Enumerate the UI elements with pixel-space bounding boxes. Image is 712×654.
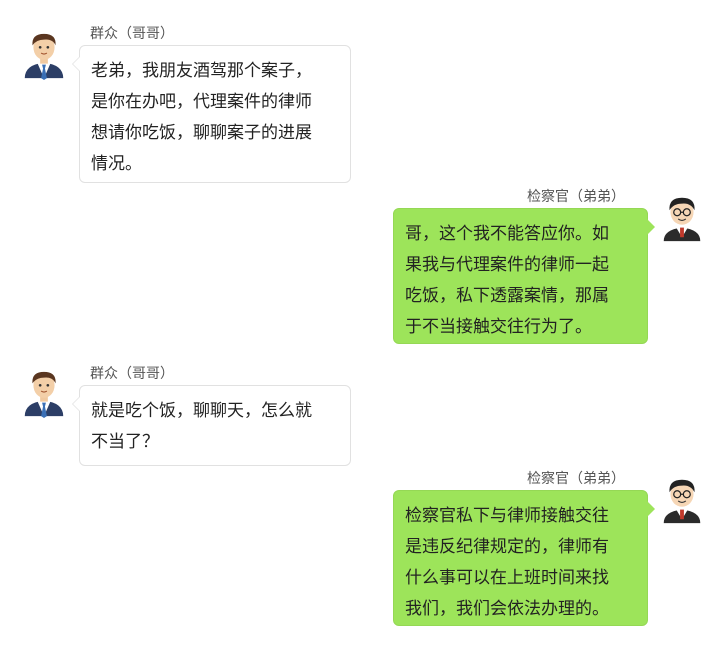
message-line: 果我与代理案件的律师一起 (405, 255, 609, 275)
sender-name: 群众（哥哥） (90, 26, 174, 42)
sender-name: 检察官（弟弟） (527, 471, 625, 487)
message-line: 是违反纪律规定的，律师有 (405, 537, 609, 557)
message-line: 检察官私下与律师接触交往 (405, 506, 609, 526)
message-bubble[interactable]: 检察官私下与律师接触交往 是违反纪律规定的，律师有 什么事可以在上班时间来找 我… (393, 490, 655, 626)
prosecutor-avatar-icon[interactable] (660, 193, 704, 243)
message-line: 什么事可以在上班时间来找 (405, 568, 609, 588)
message-line: 哥，这个我不能答应你。如 (405, 224, 609, 244)
message-line: 老弟，我朋友酒驾那个案子， (91, 61, 312, 81)
message-line: 吃饭，私下透露案情，那属 (405, 286, 609, 306)
message-line: 是你在办吧，代理案件的律师 (91, 92, 312, 112)
businessman-avatar-icon[interactable] (22, 30, 66, 81)
sender-name: 群众（哥哥） (90, 366, 174, 382)
message-line: 于不当接触交往行为了。 (405, 317, 592, 337)
message-line: 不当了？ (91, 432, 159, 452)
message-line: 情况。 (91, 154, 142, 174)
sender-name: 检察官（弟弟） (527, 189, 625, 205)
prosecutor-avatar-icon[interactable] (660, 475, 704, 525)
message-bubble[interactable]: 就是吃个饭，聊聊天，怎么就 不当了？ (72, 385, 351, 466)
message-line: 就是吃个饭，聊聊天，怎么就 (91, 401, 312, 421)
businessman-avatar-icon[interactable] (22, 368, 66, 419)
message-bubble[interactable]: 老弟，我朋友酒驾那个案子， 是你在办吧，代理案件的律师 想请你吃饭，聊聊案子的进… (72, 45, 351, 183)
message-line: 想请你吃饭，聊聊案子的进展 (91, 123, 312, 143)
message-line: 我们，我们会依法办理的。 (405, 599, 609, 619)
message-bubble[interactable]: 哥，这个我不能答应你。如 果我与代理案件的律师一起 吃饭，私下透露案情，那属 于… (393, 208, 655, 344)
